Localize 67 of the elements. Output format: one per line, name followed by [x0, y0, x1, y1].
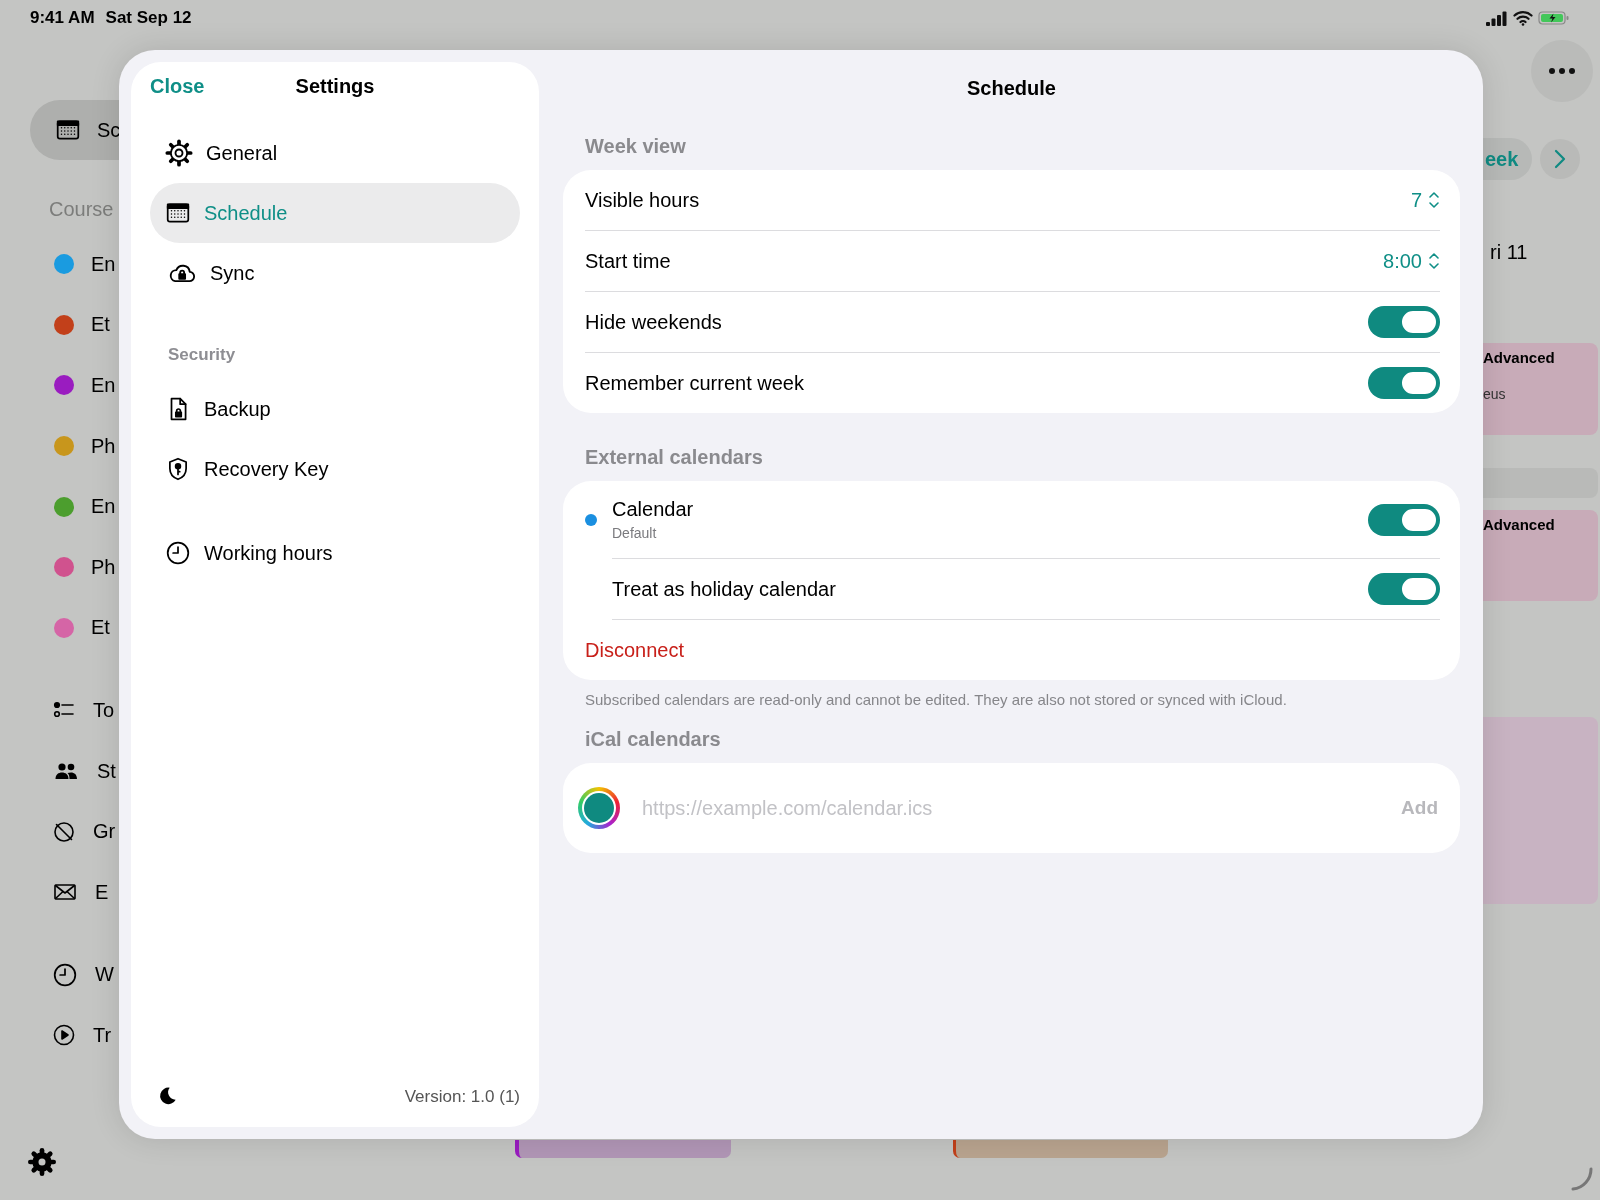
setting-label: Visible hours	[585, 188, 701, 212]
sidebar-link[interactable]: To	[93, 698, 115, 722]
course-label[interactable]: En	[91, 252, 116, 276]
toggle-switch[interactable]	[1368, 503, 1440, 536]
next-button[interactable]	[1540, 139, 1581, 179]
course-label[interactable]: Ph	[91, 555, 116, 579]
setting-label: Hide weekends	[585, 310, 723, 334]
status-time: 9:41 AM	[30, 8, 95, 28]
day-header: ri 11	[1490, 241, 1528, 264]
clock-icon	[52, 961, 78, 988]
setting-label: Remember current week	[585, 371, 805, 395]
course-label[interactable]: Ph	[91, 434, 116, 458]
settings-nav-item[interactable]: Sync	[150, 243, 520, 303]
section-header: Course	[49, 197, 115, 222]
status-date: Sat Sep 12	[105, 8, 192, 28]
settings-nav-item[interactable]: Backup	[150, 379, 520, 439]
toggle-switch[interactable]	[1368, 367, 1440, 399]
section-header: iCal calendars	[584, 727, 722, 752]
sidebar-link[interactable]: E	[95, 880, 109, 904]
battery-icon	[1538, 10, 1570, 26]
course-label[interactable]: Et	[91, 313, 110, 337]
event-title: Advanced	[1483, 516, 1556, 533]
section-footnote: Subscribed calendars are read-only and cannot be edited. They are also not stored or synced with iCloud.	[584, 690, 1288, 710]
setting-label: Start time	[585, 249, 672, 273]
wifi-icon	[1513, 10, 1533, 26]
calendar-subtitle: Default	[612, 525, 658, 541]
event-subtitle: eus	[1483, 386, 1507, 402]
course-label[interactable]: Et	[91, 616, 110, 640]
sidebar-link[interactable]: St	[97, 759, 116, 783]
calendar-icon	[55, 117, 81, 143]
chevron-right-icon	[1553, 149, 1568, 169]
disconnect-button[interactable]: Disconnect	[585, 638, 684, 662]
sidebar-link[interactable]: W	[95, 963, 114, 987]
crossed-circle-icon	[52, 819, 76, 844]
sidebar-link[interactable]: Tr	[93, 1023, 112, 1047]
settings-nav-item[interactable]: Working hours	[150, 523, 520, 583]
play-circle-icon	[52, 1023, 76, 1048]
url-field[interactable]: https://example.com/calendar.ics	[642, 796, 1380, 820]
up-down-chevron-icon	[1428, 190, 1440, 210]
toggle-switch[interactable]	[1368, 573, 1440, 605]
section-header: Security	[167, 344, 237, 366]
value-picker[interactable]: 7	[1410, 188, 1440, 212]
calendar-icon	[165, 200, 191, 226]
toggle-switch[interactable]	[1368, 306, 1440, 338]
clock-icon	[165, 540, 191, 566]
event-title: Advanced	[1483, 349, 1556, 366]
close-button[interactable]: Close	[150, 75, 205, 98]
course-label[interactable]: En	[91, 495, 116, 519]
value-picker[interactable]: 8:00	[1383, 249, 1440, 273]
pane-title: Schedule	[967, 76, 1056, 100]
gear-icon	[165, 139, 193, 167]
arc-icon	[1569, 1166, 1595, 1192]
event-card[interactable]: Advanced	[1483, 510, 1598, 601]
up-down-chevron-icon	[1428, 251, 1440, 271]
section-header: Week view	[584, 134, 687, 159]
event-card[interactable]: Advanced eus	[1483, 343, 1598, 435]
sidebar-link[interactable]: Gr	[93, 820, 116, 844]
version-label: Version: 1.0 (1)	[404, 1087, 520, 1107]
settings-icon[interactable]	[28, 1148, 56, 1176]
settings-nav-item[interactable]: Recovery Key	[150, 439, 520, 499]
calendar-name: Calendar	[612, 498, 695, 521]
signal-icon	[1486, 10, 1508, 26]
section-header: External calendars	[584, 445, 764, 470]
setting-label: Treat as holiday calendar	[612, 577, 837, 601]
course-label[interactable]: En	[91, 374, 116, 397]
color-well[interactable]	[578, 787, 620, 829]
panel-title: Settings	[295, 75, 375, 98]
